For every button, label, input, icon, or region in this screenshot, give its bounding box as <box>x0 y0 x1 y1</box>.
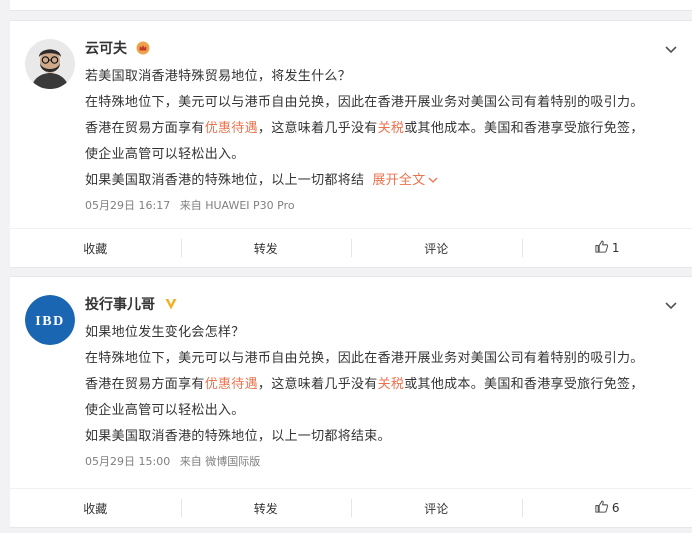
keyword-link[interactable]: 关税 <box>378 121 405 136</box>
comment-button[interactable]: 评论 <box>351 229 522 267</box>
post-text-line: 使企业高管可以轻松出入。 <box>85 398 680 424</box>
like-count: 1 <box>611 241 620 255</box>
post-text: 香港在贸易方面享有 <box>85 121 205 136</box>
keyword-link[interactable]: 关税 <box>378 377 405 392</box>
post-text-line: 香港在贸易方面享有优惠待遇，这意味着几乎没有关税或其他成本。美国和香港享受旅行免… <box>85 116 680 142</box>
verified-v-icon <box>164 297 178 317</box>
post-text: ，这意味着几乎没有 <box>257 377 378 392</box>
like-button[interactable]: 1 <box>521 229 692 267</box>
action-bar: 收藏 转发 评论 1 <box>10 228 692 267</box>
post-text-line: 香港在贸易方面享有优惠待遇，这意味着几乎没有关税或其他成本。美国和香港享受旅行免… <box>85 372 680 398</box>
post-meta: 05月29日 15:00 来自 微博国际版 <box>85 454 680 470</box>
weibo-post: 云可夫 若美国取消香港特殊贸易地位，将发生什么？ 在特殊地位下，美元可以与港币自由… <box>10 20 692 268</box>
favorite-button[interactable]: 收藏 <box>10 489 181 527</box>
post-text-line: 如果地位发生变化会怎样？ <box>85 320 680 346</box>
post-text: 使企业高管可以轻松出入。 <box>85 403 245 418</box>
post-text-line: 如果美国取消香港的特殊地位，以上一切都将结 展开全文 <box>85 168 680 194</box>
author-name[interactable]: 投行事儿哥 <box>85 295 178 315</box>
post-text: 在特殊地位下，美元可以与港币自由兑换，因此在香港开展业务对美国公司有着特别的吸引… <box>85 95 644 110</box>
keyword-link[interactable]: 优惠待遇 <box>205 377 258 392</box>
post-text: 使企业高管可以轻松出入。 <box>85 147 245 162</box>
repost-label: 转发 <box>253 241 278 256</box>
post-content: 如果地位发生变化会怎样？ 在特殊地位下，美元可以与港币自由兑换，因此在香港开展业务… <box>85 320 680 470</box>
post-text: 或其他成本。美国和香港享受旅行免签， <box>404 377 644 392</box>
like-button[interactable]: 6 <box>521 489 692 527</box>
post-text: 在特殊地位下，美元可以与港币自由兑换，因此在香港开展业务对美国公司有着特别的吸引… <box>85 351 644 366</box>
keyword-link[interactable]: 优惠待遇 <box>205 121 258 136</box>
post-date[interactable]: 05月29日 15:00 <box>85 455 170 468</box>
chevron-down-icon <box>428 168 438 194</box>
weibo-post: IBD 投行事儿哥 如果地位发生变化会怎样？ 在特殊地位下，美元可以与港币自由兑换… <box>10 276 692 528</box>
expand-label: 展开全文 <box>372 173 426 188</box>
thumbs-up-icon <box>594 499 609 517</box>
repost-label: 转发 <box>253 501 278 516</box>
author-name-text[interactable]: 云可夫 <box>85 41 127 57</box>
comment-label: 评论 <box>424 241 449 256</box>
post-date[interactable]: 05月29日 16:17 <box>85 199 170 212</box>
post-text-line: 在特殊地位下，美元可以与港币自由兑换，因此在香港开展业务对美国公司有着特别的吸引… <box>85 346 680 372</box>
previous-card-bottom <box>10 0 692 11</box>
post-meta: 05月29日 16:17 来自 HUAWEI P30 Pro <box>85 198 680 214</box>
author-name[interactable]: 云可夫 <box>85 39 150 59</box>
favorite-label: 收藏 <box>83 501 108 516</box>
chevron-down-icon[interactable] <box>664 297 678 311</box>
favorite-label: 收藏 <box>83 241 108 256</box>
like-count: 6 <box>611 501 620 515</box>
post-text-line: 在特殊地位下，美元可以与港币自由兑换，因此在香港开展业务对美国公司有着特别的吸引… <box>85 90 680 116</box>
post-text: 或其他成本。美国和香港享受旅行免签， <box>404 121 644 136</box>
post-text: 若美国取消香港特殊贸易地位，将发生什么？ <box>85 69 352 84</box>
author-name-text[interactable]: 投行事儿哥 <box>85 297 155 313</box>
comment-button[interactable]: 评论 <box>351 489 522 527</box>
post-content: 若美国取消香港特殊贸易地位，将发生什么？ 在特殊地位下，美元可以与港币自由兑换，因… <box>85 64 680 214</box>
post-text-line: 如果美国取消香港的特殊地位，以上一切都将结束。 <box>85 424 680 450</box>
post-source: 来自 HUAWEI P30 Pro <box>179 199 295 212</box>
repost-button[interactable]: 转发 <box>180 229 352 267</box>
ibd-logo-text: IBD <box>35 314 64 329</box>
repost-button[interactable]: 转发 <box>180 489 352 527</box>
post-text: 如果美国取消香港的特殊地位，以上一切都将结束。 <box>85 429 391 444</box>
post-text: 香港在贸易方面享有 <box>85 377 205 392</box>
chevron-down-icon[interactable] <box>664 41 678 55</box>
post-text-line: 使企业高管可以轻松出入。 <box>85 142 680 168</box>
expand-full-text-link[interactable]: 展开全文 <box>372 173 437 188</box>
favorite-button[interactable]: 收藏 <box>10 229 181 267</box>
post-text: 如果美国取消香港的特殊地位，以上一切都将结 <box>85 173 365 188</box>
comment-label: 评论 <box>424 501 449 516</box>
action-bar: 收藏 转发 评论 6 <box>10 488 692 527</box>
post-text: 如果地位发生变化会怎样？ <box>85 325 245 340</box>
post-text: ，这意味着几乎没有 <box>257 121 378 136</box>
avatar[interactable] <box>25 39 75 89</box>
vip-crown-icon <box>136 41 150 61</box>
post-text-line: 若美国取消香港特殊贸易地位，将发生什么？ <box>85 64 680 90</box>
thumbs-up-icon <box>594 239 609 257</box>
avatar[interactable]: IBD <box>25 295 75 345</box>
post-source: 来自 微博国际版 <box>179 455 261 468</box>
